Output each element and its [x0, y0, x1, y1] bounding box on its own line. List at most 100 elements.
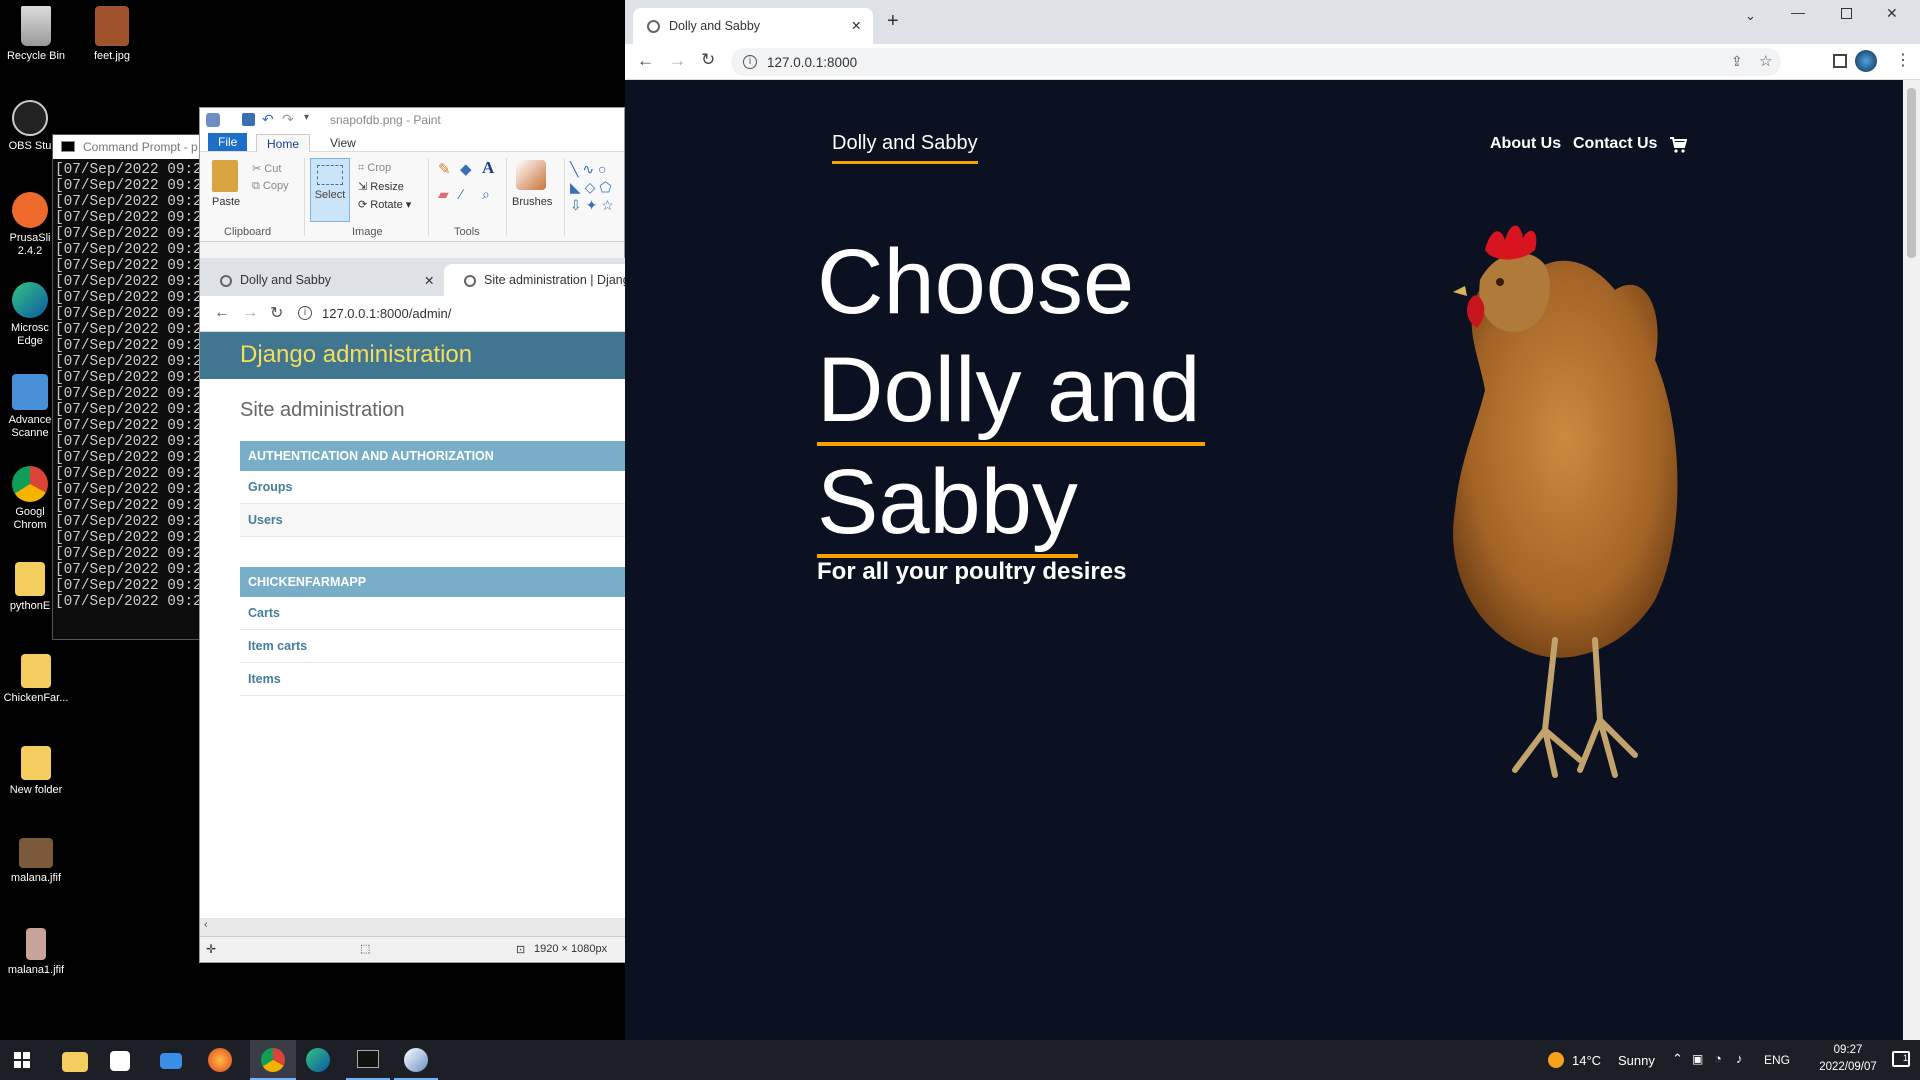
copy-button[interactable]: ⧉ Copy: [252, 180, 289, 193]
malana-jfif-icon[interactable]: malana.jfif: [0, 838, 72, 885]
malana1-jfif-icon[interactable]: malana1.jfif: [0, 928, 72, 977]
omnibox[interactable]: i 127.0.0.1:8000 ⇪ ☆: [731, 48, 1781, 76]
quick-access-dropdown-icon[interactable]: ▾: [304, 112, 309, 123]
auth-section-header[interactable]: AUTHENTICATION AND AUTHORIZATION: [240, 441, 626, 471]
inner-tab-admin[interactable]: Site administration | Djang: [444, 264, 634, 296]
maximize-icon[interactable]: [1841, 8, 1852, 19]
pencil-icon[interactable]: ✎: [438, 160, 451, 178]
prusaslicer-icon[interactable]: PrusaSli 2.4.2: [0, 192, 60, 258]
contact-us-link[interactable]: Contact Us: [1573, 135, 1657, 153]
cmd-titlebar[interactable]: Command Prompt - p: [53, 135, 201, 159]
network-icon[interactable]: ◔: [1714, 1051, 1722, 1066]
terminal-taskbar-button[interactable]: [346, 1040, 390, 1080]
clock-time[interactable]: 09:27: [1818, 1044, 1878, 1056]
url-text[interactable]: 127.0.0.1:8000: [767, 55, 857, 70]
file-explorer-icon[interactable]: [62, 1052, 88, 1072]
carts-link[interactable]: Carts: [240, 597, 626, 630]
minimize-icon[interactable]: —: [1791, 4, 1805, 20]
about-us-link[interactable]: About Us: [1490, 135, 1561, 153]
paste-icon[interactable]: [212, 160, 238, 192]
view-tab[interactable]: View: [320, 134, 366, 152]
edge-icon[interactable]: [306, 1048, 330, 1072]
close-window-icon[interactable]: ✕: [1886, 5, 1898, 22]
item-carts-link[interactable]: Item carts: [240, 630, 626, 663]
site-brand[interactable]: Dolly and Sabby: [832, 132, 978, 164]
select-button[interactable]: Select: [310, 158, 350, 222]
redo-icon[interactable]: ↷: [282, 111, 294, 128]
info-icon[interactable]: i: [298, 306, 312, 320]
store-icon[interactable]: [110, 1051, 130, 1071]
paint-titlebar[interactable]: ↶ ↷ ▾ snapofdb.png - Paint: [200, 108, 624, 132]
django-header[interactable]: Django administration: [200, 332, 626, 379]
weather-temp[interactable]: 14°C: [1572, 1053, 1601, 1068]
start-windows-icon[interactable]: [14, 1052, 30, 1068]
reload-icon[interactable]: ↻: [701, 50, 715, 70]
cut-button[interactable]: ✂ Cut: [252, 162, 281, 175]
tab-search-icon[interactable]: ⌄: [1745, 8, 1756, 24]
language-indicator[interactable]: ENG: [1764, 1053, 1790, 1067]
mail-icon[interactable]: [160, 1053, 182, 1069]
notification-icon[interactable]: 1: [1892, 1051, 1910, 1067]
reload-icon[interactable]: ↻: [270, 303, 283, 323]
forward-icon[interactable]: →: [669, 51, 686, 71]
feet-jpg-icon[interactable]: feet.jpg: [76, 6, 148, 63]
brushes-button[interactable]: Brushes: [512, 196, 552, 208]
side-panel-icon[interactable]: [1833, 54, 1847, 68]
rotate-button[interactable]: ⟳ Rotate ▾: [358, 198, 411, 211]
firefox-icon[interactable]: [208, 1048, 232, 1072]
page-scrollbar[interactable]: [1903, 80, 1920, 1040]
text-icon[interactable]: A: [482, 158, 494, 178]
scroll-thumb[interactable]: [1907, 88, 1916, 258]
meet-now-icon[interactable]: ▣: [1692, 1052, 1703, 1066]
recycle-bin-icon[interactable]: Recycle Bin: [0, 6, 72, 63]
chrome-icon[interactable]: Googl Chrom: [0, 466, 60, 532]
command-prompt-window[interactable]: Command Prompt - p [07/Sep/2022 09:21 [07…: [52, 134, 210, 640]
site-info-icon[interactable]: i: [743, 55, 757, 69]
volume-icon[interactable]: ♪: [1736, 1051, 1743, 1066]
back-icon[interactable]: ←: [637, 51, 654, 71]
users-link[interactable]: Users: [240, 504, 626, 537]
cart-icon[interactable]: [1669, 136, 1687, 154]
close-tab-icon[interactable]: ✕: [424, 273, 434, 288]
tray-overflow-icon[interactable]: ⌃: [1672, 1051, 1683, 1067]
new-tab-icon[interactable]: +: [887, 10, 899, 33]
chrome-taskbar-button[interactable]: [250, 1040, 296, 1080]
brushes-icon[interactable]: [516, 160, 546, 190]
profile-avatar[interactable]: [1855, 50, 1877, 72]
home-tab[interactable]: Home: [256, 134, 311, 152]
tab-dolly-and-sabby[interactable]: Dolly and Sabby ✕: [633, 8, 873, 44]
inner-tab-dolly[interactable]: Dolly and Sabby ✕: [200, 264, 440, 296]
paste-button[interactable]: Paste: [212, 196, 240, 208]
weather-sun-icon[interactable]: [1548, 1052, 1564, 1068]
clock-date[interactable]: 2022/09/07: [1810, 1061, 1886, 1073]
paint-horizontal-scrollbar[interactable]: ‹: [200, 918, 626, 936]
magnifier-icon[interactable]: ⌕: [482, 186, 490, 203]
items-link[interactable]: Items: [240, 663, 626, 696]
bookmark-star-icon[interactable]: ☆: [1759, 52, 1772, 70]
shapes-gallery[interactable]: ╲ ∿ ○ ◣ ◇ ⬠ ⇩ ✦ ☆: [570, 160, 626, 216]
obs-studio-icon[interactable]: OBS Stu: [0, 100, 60, 153]
eraser-icon[interactable]: ▰: [438, 186, 449, 203]
chickenfarm-folder-icon[interactable]: ChickenFar...: [0, 654, 72, 705]
weather-desc[interactable]: Sunny: [1618, 1053, 1655, 1068]
undo-icon[interactable]: ↶: [262, 111, 274, 128]
resize-button[interactable]: ⇲ Resize: [358, 180, 404, 193]
groups-link[interactable]: Groups: [240, 471, 626, 504]
forward-icon[interactable]: →: [242, 304, 258, 322]
chickenfarmapp-section-header[interactable]: CHICKENFARMAPP: [240, 567, 626, 597]
advanced-scanner-icon[interactable]: Advance Scanne: [0, 374, 60, 440]
python-folder-icon[interactable]: pythonE: [0, 562, 60, 613]
chrome-window[interactable]: Dolly and Sabby ✕ + ⌄ — ✕ ← → ↻ i 127.0.…: [625, 0, 1920, 1040]
new-folder-icon[interactable]: New folder: [0, 746, 72, 797]
paint-window[interactable]: ↶ ↷ ▾ snapofdb.png - Paint File Home Vie…: [199, 107, 634, 963]
back-icon[interactable]: ←: [214, 304, 230, 322]
share-icon[interactable]: ⇪: [1731, 53, 1743, 70]
crop-button[interactable]: ⌗ Crop: [358, 162, 391, 175]
inner-url[interactable]: 127.0.0.1:8000/admin/: [322, 306, 451, 321]
file-tab[interactable]: File: [208, 133, 248, 151]
fill-icon[interactable]: ◆: [460, 160, 472, 178]
edge-icon[interactable]: Microsc Edge: [0, 282, 60, 348]
color-picker-icon[interactable]: ⁄: [460, 186, 462, 202]
scroll-left-icon[interactable]: ‹: [204, 919, 208, 931]
save-icon[interactable]: [242, 113, 255, 126]
